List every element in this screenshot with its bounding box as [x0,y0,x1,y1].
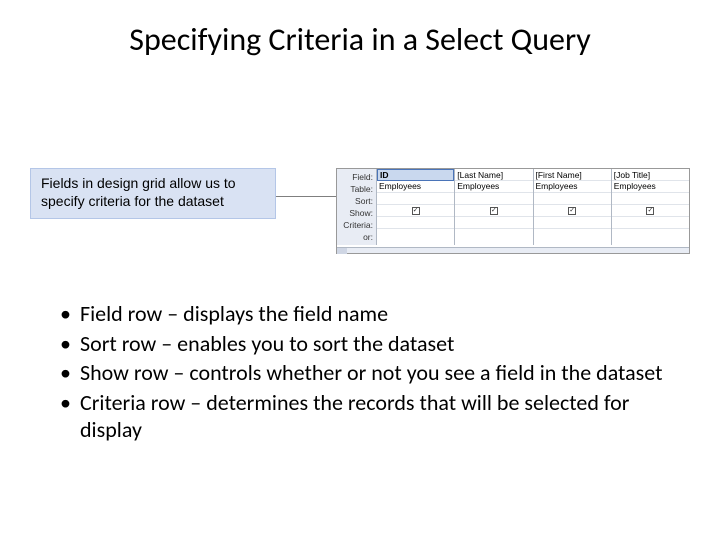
callout-connector [276,196,336,197]
checkbox-icon[interactable]: ✓ [568,207,576,215]
checkbox-icon[interactable]: ✓ [490,207,498,215]
design-grid: Field: Table: Sort: Show: Criteria: or: … [336,168,690,254]
sort-cell[interactable] [612,193,689,205]
bullet-item: Show row – controls whether or not you s… [56,359,664,387]
label-or: or: [337,231,373,243]
criteria-cell[interactable] [534,217,611,229]
field-cell[interactable]: [First Name] [534,169,611,181]
grid-column: [Job Title] Employees ✓ [612,169,689,245]
or-cell[interactable] [455,229,532,241]
or-cell[interactable] [377,229,454,241]
grid-scrollbar[interactable] [337,247,689,253]
sort-cell[interactable] [534,193,611,205]
label-show: Show: [337,207,373,219]
field-cell[interactable]: ID [377,169,454,181]
bullet-item: Field row – displays the field name [56,300,664,328]
or-cell[interactable] [612,229,689,241]
callout-box: Fields in design grid allow us to specif… [30,168,276,219]
sort-cell[interactable] [377,193,454,205]
label-sort: Sort: [337,195,373,207]
label-field: Field: [337,171,373,183]
table-cell[interactable]: Employees [534,181,611,193]
label-table: Table: [337,183,373,195]
table-cell[interactable]: Employees [455,181,532,193]
show-cell[interactable]: ✓ [455,205,532,217]
field-cell[interactable]: [Job Title] [612,169,689,181]
criteria-cell[interactable] [377,217,454,229]
criteria-cell[interactable] [612,217,689,229]
label-criteria: Criteria: [337,219,373,231]
bullet-item: Criteria row – determines the records th… [56,389,664,444]
slide-title: Specifying Criteria in a Select Query [0,0,720,59]
bullet-list: Field row – displays the field name Sort… [56,300,664,446]
sort-cell[interactable] [455,193,532,205]
table-cell[interactable]: Employees [612,181,689,193]
grid-column: [Last Name] Employees ✓ [455,169,533,245]
bullet-item: Sort row – enables you to sort the datas… [56,330,664,358]
middle-row: Fields in design grid allow us to specif… [30,168,690,254]
checkbox-icon[interactable]: ✓ [412,207,420,215]
field-cell[interactable]: [Last Name] [455,169,532,181]
show-cell[interactable]: ✓ [534,205,611,217]
show-cell[interactable]: ✓ [377,205,454,217]
grid-columns: ID Employees ✓ [Last Name] Employees ✓ [377,169,689,245]
checkbox-icon[interactable]: ✓ [646,207,654,215]
or-cell[interactable] [534,229,611,241]
grid-row-labels: Field: Table: Sort: Show: Criteria: or: [337,169,377,245]
grid-column: ID Employees ✓ [377,169,455,245]
table-cell[interactable]: Employees [377,181,454,193]
criteria-cell[interactable] [455,217,532,229]
grid-column: [First Name] Employees ✓ [534,169,612,245]
show-cell[interactable]: ✓ [612,205,689,217]
scroll-left-icon[interactable] [337,248,347,254]
